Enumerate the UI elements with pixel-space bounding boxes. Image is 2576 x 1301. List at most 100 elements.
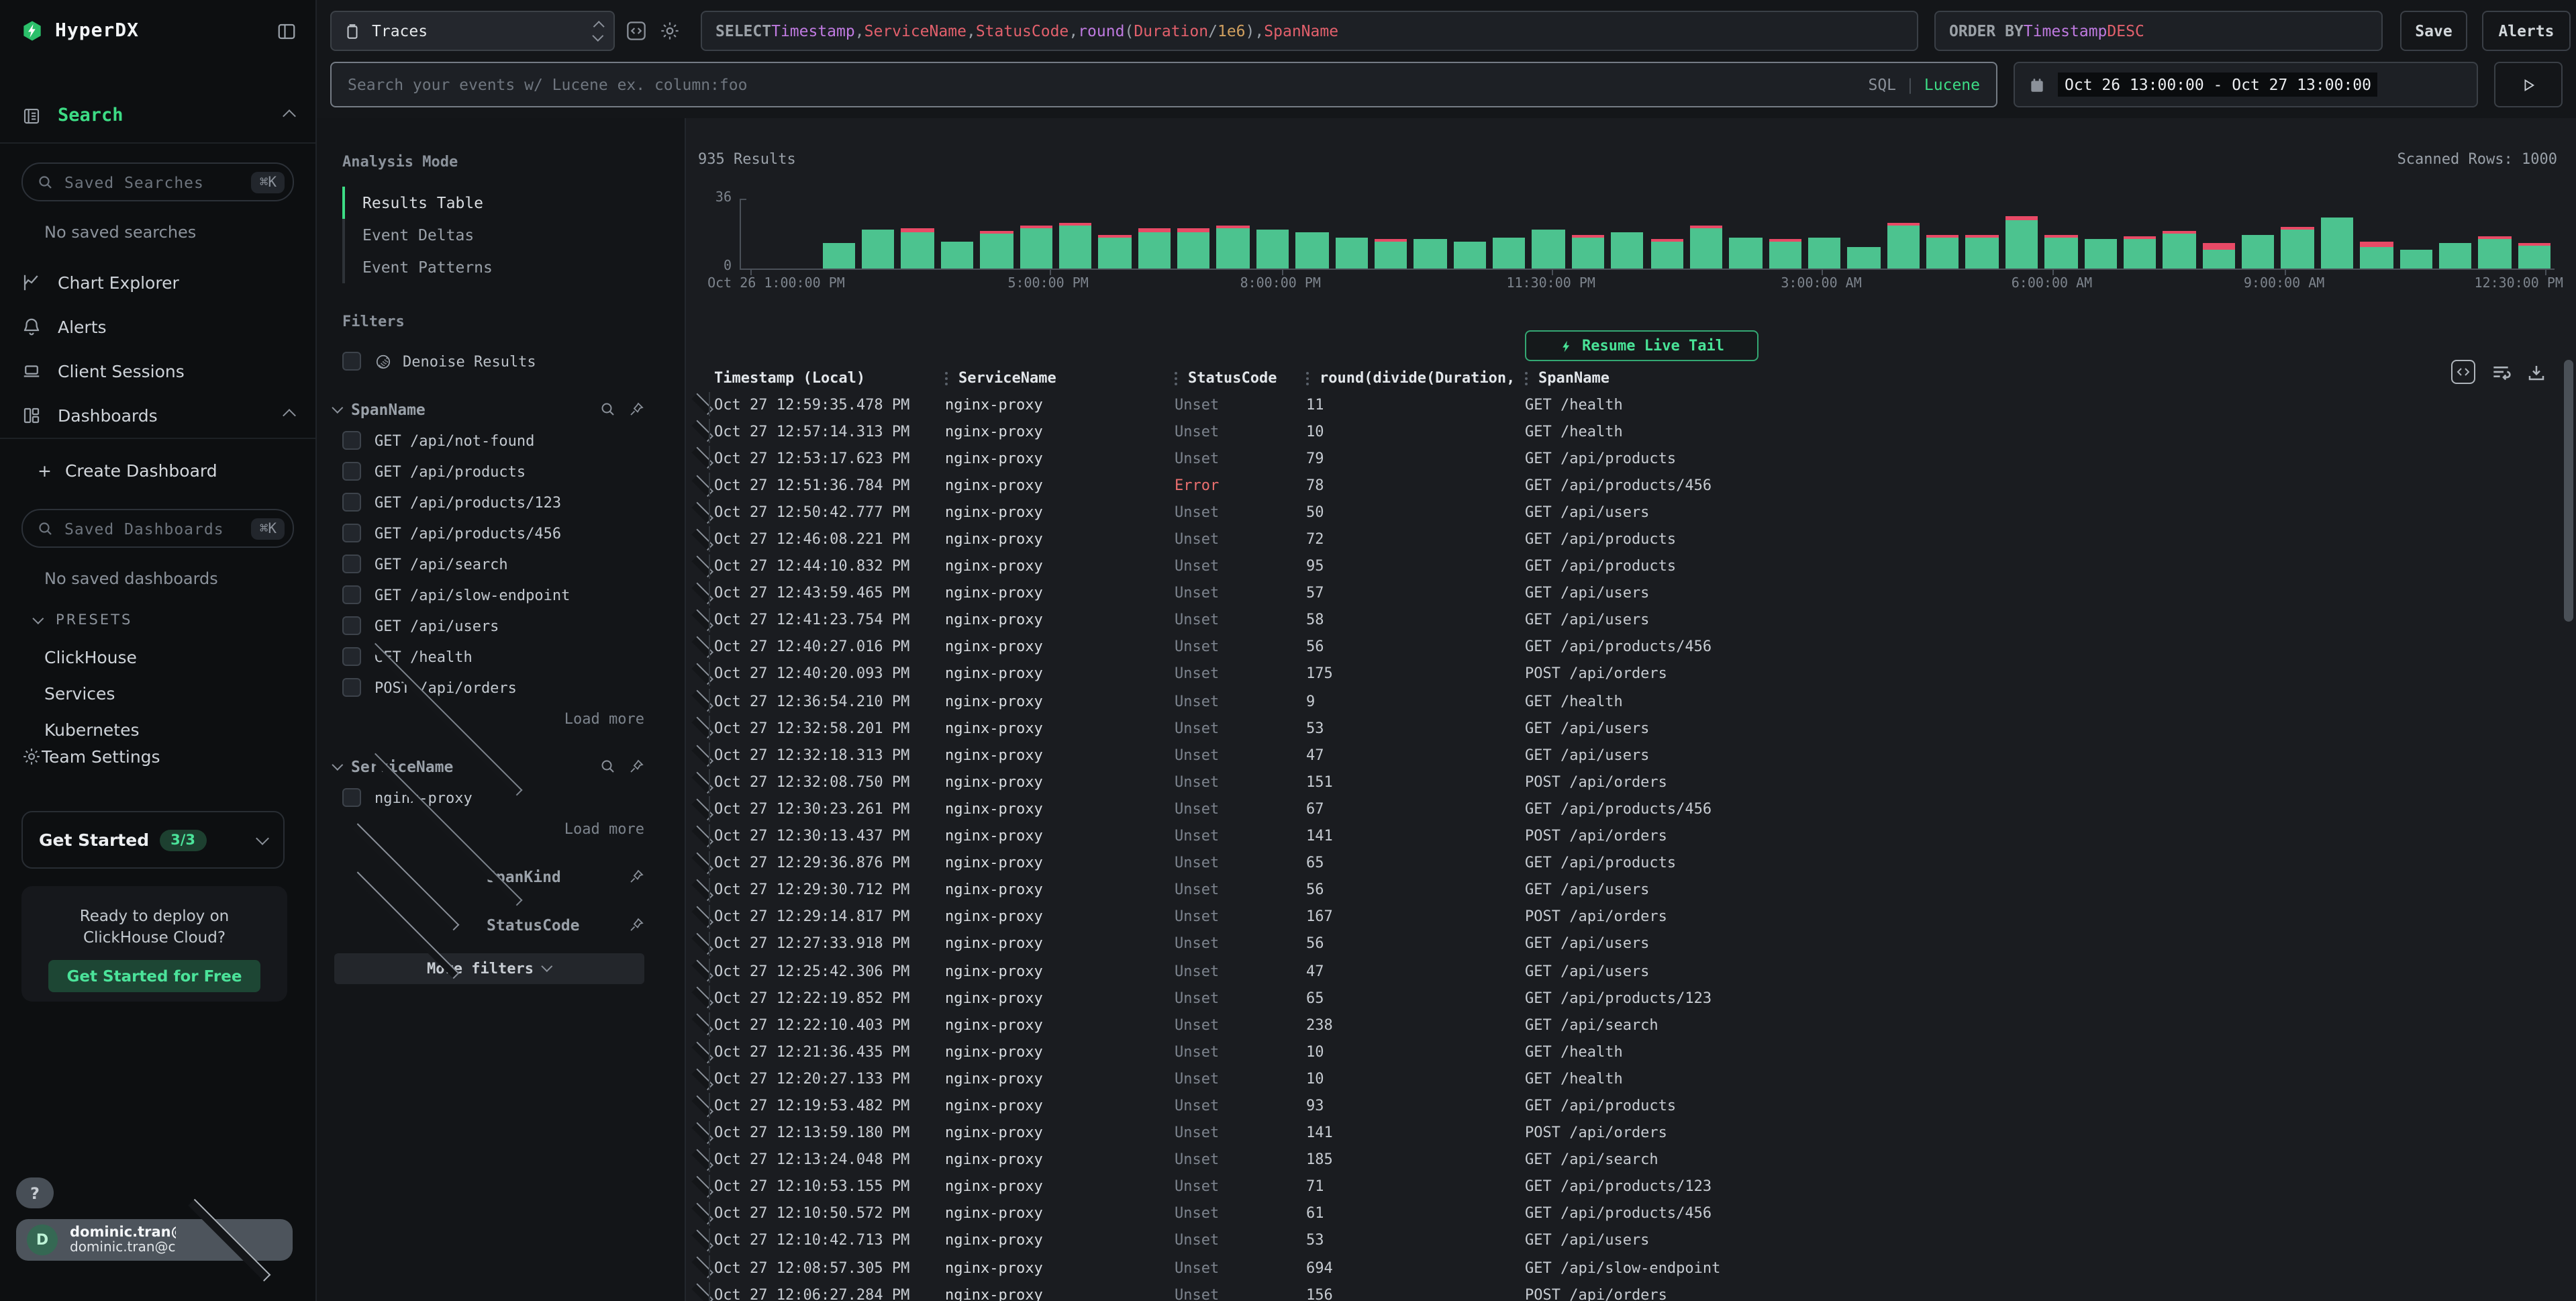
drag-handle-icon[interactable] — [1525, 377, 1528, 380]
run-query-button[interactable] — [2494, 62, 2563, 107]
table-row[interactable]: Oct 27 12:43:59.465 PMnginx-proxyUnset57… — [686, 579, 2555, 606]
checkbox[interactable] — [342, 647, 361, 666]
expand-row-icon[interactable] — [692, 636, 713, 658]
checkbox[interactable] — [342, 524, 361, 542]
table-row[interactable]: Oct 27 12:08:57.305 PMnginx-proxyUnset69… — [686, 1254, 2555, 1281]
user-menu[interactable]: D dominic.tran@clic... dominic.tran@clic… — [16, 1219, 293, 1261]
filter-option[interactable]: GET /api/products/123 — [342, 493, 644, 512]
saved-dashboards-input[interactable]: Saved Dashboards ⌘K — [21, 509, 294, 548]
histogram-bar[interactable] — [2399, 249, 2432, 269]
table-row[interactable]: Oct 27 12:25:42.306 PMnginx-proxyUnset47… — [686, 957, 2555, 984]
filter-option[interactable]: GET /api/search — [342, 555, 644, 573]
analysis-mode-event-patterns[interactable]: Event Patterns — [345, 251, 644, 283]
checkbox[interactable] — [342, 788, 361, 807]
filter-group-spanname[interactable]: SpanName — [334, 400, 644, 419]
more-filters-button[interactable]: More filters — [334, 953, 644, 984]
expand-row-icon[interactable] — [692, 448, 713, 469]
expand-row-icon[interactable] — [692, 852, 713, 873]
table-row[interactable]: Oct 27 12:53:17.623 PMnginx-proxyUnset79… — [686, 444, 2555, 471]
table-row[interactable]: Oct 27 12:22:19.852 PMnginx-proxyUnset65… — [686, 984, 2555, 1011]
checkbox[interactable] — [342, 678, 361, 697]
expand-row-icon[interactable] — [692, 798, 713, 820]
histogram-bar[interactable] — [1611, 232, 1644, 269]
histogram-bar[interactable] — [1177, 229, 1210, 269]
load-more-button[interactable]: Load more — [342, 710, 644, 728]
search-icon[interactable] — [600, 401, 616, 418]
histogram-bar[interactable] — [1729, 238, 1762, 269]
expand-row-icon[interactable] — [692, 1122, 713, 1143]
save-button[interactable]: Save — [2400, 11, 2467, 51]
expand-row-icon[interactable] — [692, 879, 713, 901]
pin-icon[interactable] — [628, 759, 644, 775]
drag-handle-icon[interactable] — [945, 377, 948, 380]
expand-row-icon[interactable] — [692, 555, 713, 577]
expand-row-icon[interactable] — [692, 1284, 713, 1301]
date-range-picker[interactable]: Oct 26 13:00:00 - Oct 27 13:00:00 — [2014, 62, 2478, 107]
table-row[interactable]: Oct 27 12:13:59.180 PMnginx-proxyUnset14… — [686, 1119, 2555, 1146]
histogram-bar[interactable] — [941, 242, 974, 269]
sidebar-item-services[interactable]: Services — [0, 675, 315, 712]
table-row[interactable]: Oct 27 12:13:24.048 PMnginx-proxyUnset18… — [686, 1146, 2555, 1173]
table-row[interactable]: Oct 27 12:22:10.403 PMnginx-proxyUnset23… — [686, 1011, 2555, 1038]
col-timestamp[interactable]: Timestamp (Local) — [714, 369, 945, 387]
expand-row-icon[interactable] — [692, 1014, 713, 1035]
lang-lucene-toggle[interactable]: Lucene — [1924, 75, 1980, 94]
filter-option[interactable]: GET /api/not-found — [342, 431, 644, 450]
table-row[interactable]: Oct 27 12:59:35.478 PMnginx-proxyUnset11… — [686, 391, 2555, 418]
order-by-input[interactable]: ORDER BY Timestamp DESC — [1934, 11, 2383, 51]
histogram-bar[interactable] — [2005, 216, 2038, 269]
expand-row-icon[interactable] — [692, 771, 713, 793]
expand-row-icon[interactable] — [692, 825, 713, 847]
table-row[interactable]: Oct 27 12:32:58.201 PMnginx-proxyUnset53… — [686, 714, 2555, 741]
code-toggle-icon[interactable] — [626, 20, 647, 42]
table-row[interactable]: Oct 27 12:10:53.155 PMnginx-proxyUnset71… — [686, 1173, 2555, 1200]
search-input[interactable]: Search your events w/ Lucene ex. column:… — [330, 62, 1997, 107]
histogram-bar[interactable] — [1493, 238, 1526, 269]
checkbox[interactable] — [342, 493, 361, 512]
table-row[interactable]: Oct 27 12:46:08.221 PMnginx-proxyUnset72… — [686, 526, 2555, 552]
histogram-bar[interactable] — [822, 243, 855, 269]
histogram-bar[interactable] — [2439, 243, 2472, 269]
expand-row-icon[interactable] — [692, 906, 713, 928]
filter-option[interactable]: GET /api/users — [342, 616, 644, 635]
histogram-bar[interactable] — [1650, 238, 1683, 269]
expand-row-icon[interactable] — [692, 717, 713, 738]
histogram-bar[interactable] — [1887, 223, 1920, 269]
histogram-bar[interactable] — [1848, 247, 1881, 269]
scrollbar-thumb[interactable] — [2564, 360, 2573, 622]
expand-row-icon[interactable] — [692, 582, 713, 604]
checkbox[interactable] — [342, 462, 361, 481]
sidebar-item-alerts[interactable]: Alerts — [0, 305, 315, 349]
histogram-bar[interactable] — [1099, 234, 1132, 269]
expand-row-icon[interactable] — [692, 987, 713, 1008]
histogram-bar[interactable] — [2321, 218, 2354, 269]
histogram-bar[interactable] — [2518, 242, 2550, 269]
table-row[interactable]: Oct 27 12:30:23.261 PMnginx-proxyUnset67… — [686, 796, 2555, 822]
col-duration[interactable]: round(divide(Duration, — [1306, 369, 1525, 387]
filter-option[interactable]: nginx-proxy — [342, 788, 644, 807]
table-row[interactable]: Oct 27 12:20:27.133 PMnginx-proxyUnset10… — [686, 1065, 2555, 1092]
checkbox[interactable] — [342, 352, 361, 371]
histogram-bar[interactable] — [1453, 242, 1486, 269]
histogram-bar[interactable] — [1690, 225, 1723, 269]
sidebar-item-clickhouse[interactable]: ClickHouse — [0, 639, 315, 675]
histogram-bar[interactable] — [901, 229, 934, 269]
checkbox[interactable] — [342, 431, 361, 450]
filter-option[interactable]: POST /api/orders — [342, 678, 644, 697]
alerts-button[interactable]: Alerts — [2482, 11, 2571, 51]
table-row[interactable]: Oct 27 12:06:27.284 PMnginx-proxyUnset15… — [686, 1281, 2555, 1301]
create-dashboard-button[interactable]: + Create Dashboard — [0, 450, 315, 490]
drag-handle-icon[interactable] — [1306, 377, 1309, 380]
histogram-bar[interactable] — [1335, 238, 1368, 269]
table-row[interactable]: Oct 27 12:27:33.918 PMnginx-proxyUnset56… — [686, 930, 2555, 957]
expand-row-icon[interactable] — [692, 1041, 713, 1063]
sidebar-item-team-settings[interactable]: Team Settings — [0, 733, 315, 779]
filter-option[interactable]: GET /api/products — [342, 462, 644, 481]
expand-row-icon[interactable] — [692, 475, 713, 496]
histogram-bar[interactable] — [1808, 238, 1841, 269]
histogram-bar[interactable] — [862, 230, 895, 269]
histogram-bar[interactable] — [1532, 230, 1565, 269]
expand-row-icon[interactable] — [692, 610, 713, 631]
filter-option[interactable]: GET /api/products/456 — [342, 524, 644, 542]
pin-icon[interactable] — [628, 917, 644, 933]
